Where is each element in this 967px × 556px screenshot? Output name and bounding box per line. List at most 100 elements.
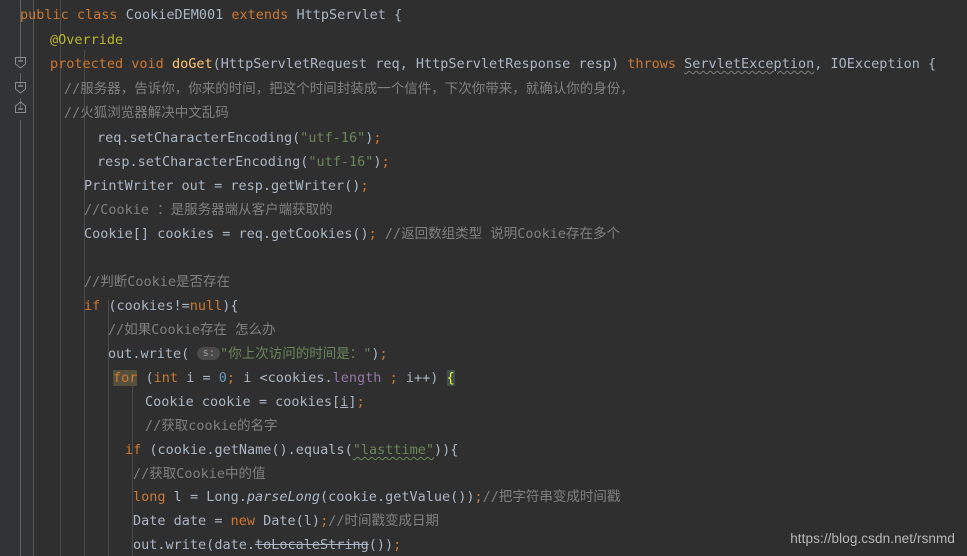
code-line[interactable]: resp.setCharacterEncoding("utf-16"); [97, 150, 390, 175]
token-exception-type: IOException [830, 56, 920, 72]
token-variable: cookie [157, 442, 207, 458]
token-exception-type: ServletException [684, 56, 815, 72]
token-variable: l [303, 513, 312, 529]
token-method-name: doGet [171, 56, 213, 72]
token-comment: //返回数组类型 说明Cookie存在多个 [384, 226, 621, 242]
token-string: "你上次访问的时间是：" [220, 346, 372, 362]
token-brace: { [393, 7, 403, 23]
token-comment: //获取cookie的名字 [145, 418, 278, 434]
token-type: PrintWriter [84, 178, 174, 194]
token-string: "utf-16" [308, 154, 374, 170]
token-param: req [375, 56, 400, 72]
token-type: Date [133, 513, 166, 529]
code-line[interactable]: Date date = new Date(l);//时间戳变成日期 [133, 509, 439, 534]
token-type: HttpServlet [296, 7, 386, 23]
code-line[interactable]: public class CookieDEM001 extends HttpSe… [20, 3, 402, 28]
token-method-call: setCharacterEncoding [129, 130, 293, 146]
token-variable: date [173, 513, 207, 529]
watermark-url: https://blog.csdn.net/rsnmd [790, 531, 955, 546]
code-line[interactable]: //获取Cookie中的值 [133, 462, 266, 487]
code-editor[interactable]: public class CookieDEM001 extends HttpSe… [0, 0, 967, 556]
token-method-call: getName [214, 442, 272, 458]
token-string: "utf-16" [300, 130, 366, 146]
token-type: HttpServletRequest [220, 56, 368, 72]
token-keyword: null [189, 298, 223, 314]
token-variable: i [186, 370, 195, 386]
code-line[interactable]: out.write(date.toLocaleString()); [133, 533, 401, 556]
token-comment: //获取Cookie中的值 [133, 466, 266, 482]
token-variable: out [133, 537, 158, 553]
token-variable: resp [97, 154, 130, 170]
code-content[interactable]: public class CookieDEM001 extends HttpSe… [0, 0, 967, 556]
token-keyword: protected [50, 56, 124, 72]
token-keyword: void [131, 56, 164, 72]
token-method-call: getCookies [271, 226, 353, 242]
token-keyword: throws [627, 56, 677, 72]
token-keyword: extends [231, 7, 289, 23]
token-variable: req [97, 130, 122, 146]
code-line[interactable]: //Cookie ：是服务器端从客户端获取的 [84, 198, 333, 223]
token-method-call: setCharacterEncoding [137, 154, 301, 170]
token-field: length [332, 370, 382, 386]
token-brace: { [928, 56, 937, 72]
token-variable: out [108, 346, 133, 362]
code-line[interactable]: //服务器，告诉你，你来的时间，把这个时间封装成一个信件，下次你带来，就确认你的… [64, 77, 634, 102]
code-line[interactable]: Cookie[] cookies = req.getCookies(); //返… [84, 222, 620, 247]
code-line[interactable]: long l = Long.parseLong(cookie.getValue(… [133, 485, 620, 510]
token-comment: //Cookie ：是服务器端从客户端获取的 [84, 202, 333, 218]
code-line[interactable]: protected void doGet(HttpServletRequest … [50, 52, 936, 77]
token-type: Date [263, 513, 296, 529]
code-line[interactable]: //获取cookie的名字 [145, 414, 278, 439]
token-keyword-highlighted: for [113, 370, 138, 386]
token-keyword: public [20, 7, 69, 23]
code-line[interactable]: req.setCharacterEncoding("utf-16"); [97, 126, 382, 151]
code-line[interactable]: //判断Cookie是否存在 [84, 270, 230, 295]
token-variable: req [238, 226, 263, 242]
token-variable: cookies [275, 394, 333, 410]
token-comment: //服务器，告诉你，你来的时间，把这个时间封装成一个信件，下次你带来，就确认你的… [64, 81, 634, 97]
token-comment: //把字符串变成时间戳 [482, 489, 621, 505]
code-line[interactable]: for (int i = 0; i <cookies.length ; i++)… [113, 366, 455, 391]
code-line[interactable]: if (cookie.getName().equals("lasttime"))… [125, 438, 458, 463]
token-method-call: getValue [385, 489, 451, 505]
token-type: Cookie [84, 226, 133, 242]
token-variable: out [181, 178, 206, 194]
token-variable: i [243, 370, 252, 386]
token-keyword: new [230, 513, 255, 529]
token-type: HttpServletResponse [415, 56, 571, 72]
token-deprecated-method: toLocaleString [254, 537, 369, 553]
token-method-call: write [140, 346, 182, 362]
token-variable: resp [230, 178, 263, 194]
token-method-call: write [165, 537, 207, 553]
token-comment: //火狐浏览器解决中文乱码 [64, 105, 229, 121]
code-line[interactable]: if (cookies!=null){ [84, 294, 239, 319]
code-line[interactable]: out.write( s: "你上次访问的时间是："); [108, 342, 388, 367]
code-line[interactable]: @Override [50, 28, 123, 53]
token-number: 0 [218, 370, 227, 386]
inlay-param-hint[interactable]: s: [197, 346, 221, 360]
token-increment: i++ [405, 370, 431, 386]
code-line[interactable]: //火狐浏览器解决中文乱码 [64, 101, 229, 126]
token-comment: //判断Cookie是否存在 [84, 274, 231, 290]
token-variable: cookies [157, 226, 215, 242]
code-line[interactable]: PrintWriter out = resp.getWriter(); [84, 174, 369, 199]
code-line[interactable]: //如果Cookie存在 怎么办 [108, 318, 276, 343]
token-brace: { [450, 442, 459, 458]
token-variable: cookie [201, 394, 251, 410]
code-line[interactable]: Cookie cookie = cookies[i]; [145, 390, 365, 415]
token-variable: l [173, 489, 182, 505]
token-variable: date [214, 537, 247, 553]
token-comment: //如果Cookie存在 怎么办 [108, 322, 276, 338]
token-method-call: getWriter [271, 178, 345, 194]
token-keyword: long [133, 489, 166, 505]
token-string: "lasttime" [352, 442, 434, 458]
token-variable: cookies [116, 298, 174, 314]
token-static-method: parseLong [246, 489, 321, 505]
token-variable: cookies [267, 370, 325, 386]
token-type: Cookie [145, 394, 194, 410]
token-brace-highlighted: { [446, 370, 455, 386]
token-annotation: @Override [50, 32, 124, 48]
token-method-call: equals [295, 442, 345, 458]
token-comment: //时间戳变成日期 [328, 513, 439, 529]
token-class-name: CookieDEM001 [125, 7, 224, 23]
